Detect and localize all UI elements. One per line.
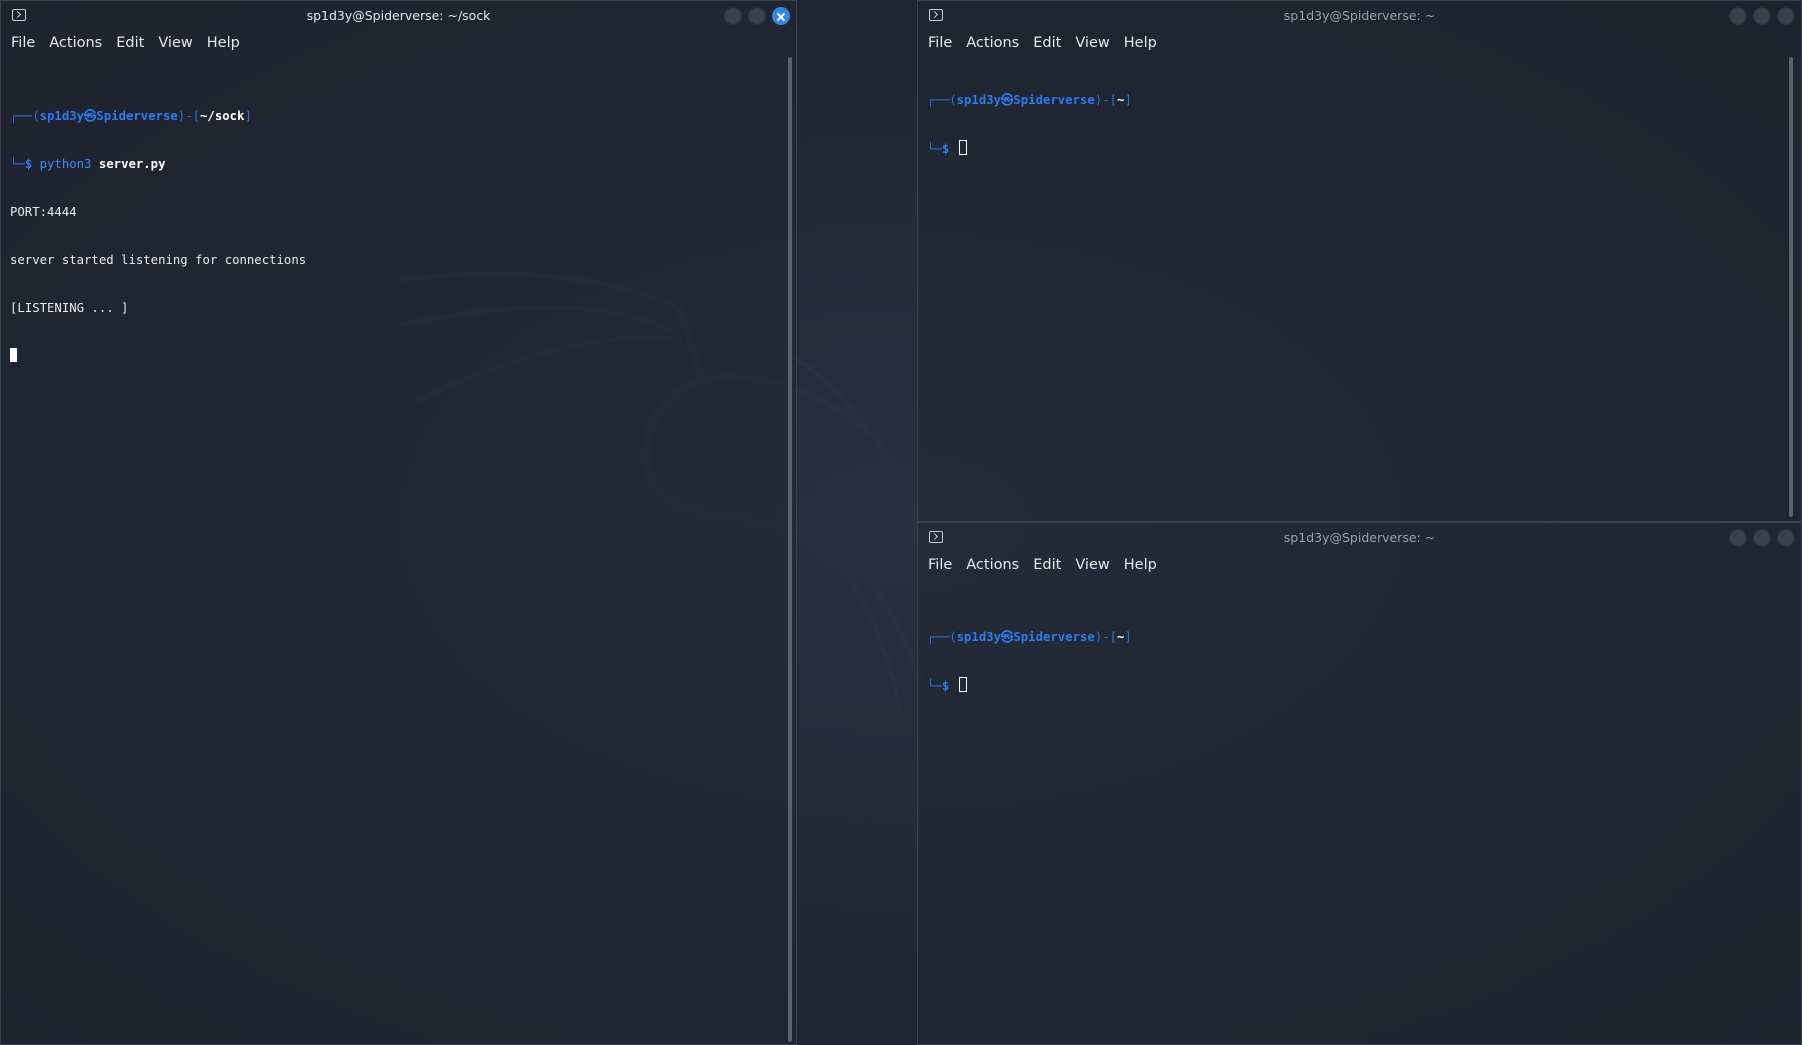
- terminal-output[interactable]: ┌──(sp1d3y㉿Spiderverse)-[~/sock] └─$ pyt…: [10, 76, 784, 396]
- text-cursor: [958, 677, 967, 692]
- minimize-button[interactable]: [1729, 529, 1747, 547]
- close-button[interactable]: [772, 7, 790, 25]
- prompt-cwd: ~/sock: [200, 109, 245, 123]
- menu-view[interactable]: View: [1069, 31, 1115, 55]
- menu-help[interactable]: Help: [201, 31, 246, 55]
- terminal-output[interactable]: ┌──(sp1d3y㉿Spiderverse)-[~] └─$: [927, 597, 1789, 725]
- prompt-line: ┌──(sp1d3y㉿Spiderverse)-[~]: [927, 630, 1132, 644]
- terminal-window-bottom-right[interactable]: sp1d3y@Spiderverse: ~ File Actions Edit …: [917, 522, 1802, 1045]
- desktop: sp1d3y@Spiderverse: ~/sock File Actions …: [0, 0, 1802, 1045]
- output-line: [LISTENING ... ]: [10, 301, 129, 315]
- command-argument: server.py: [98, 157, 166, 171]
- prompt-line: ┌──(sp1d3y㉿Spiderverse)-[~/sock]: [10, 109, 252, 123]
- scrollbar[interactable]: [1789, 57, 1793, 517]
- text-cursor: [10, 348, 17, 362]
- menu-help[interactable]: Help: [1118, 553, 1163, 577]
- cursor-line: [10, 348, 784, 364]
- menu-edit[interactable]: Edit: [110, 31, 150, 55]
- menu-edit[interactable]: Edit: [1027, 31, 1067, 55]
- title-bar[interactable]: sp1d3y@Spiderverse: ~: [918, 1, 1801, 31]
- close-button[interactable]: [1777, 529, 1795, 547]
- menu-bar: File Actions Edit View Help: [5, 31, 248, 55]
- prompt-user: sp1d3y: [39, 109, 85, 123]
- menu-bar: File Actions Edit View Help: [922, 553, 1165, 577]
- prompt-host: Spiderverse: [1013, 630, 1095, 644]
- command-line: └─$: [927, 140, 1789, 156]
- minimize-button[interactable]: [724, 7, 742, 25]
- window-title: sp1d3y@Spiderverse: ~/sock: [306, 8, 491, 23]
- command-line: └─$: [927, 677, 1789, 693]
- prompt-host: Spiderverse: [1013, 93, 1095, 107]
- window-title: sp1d3y@Spiderverse: ~: [1283, 8, 1436, 23]
- title-bar[interactable]: sp1d3y@Spiderverse: ~/sock: [1, 1, 796, 31]
- terminal-window-top-right[interactable]: sp1d3y@Spiderverse: ~ File Actions Edit …: [917, 0, 1802, 522]
- menu-actions[interactable]: Actions: [960, 31, 1025, 55]
- window-title: sp1d3y@Spiderverse: ~: [1283, 530, 1436, 545]
- menu-help[interactable]: Help: [1118, 31, 1163, 55]
- menu-file[interactable]: File: [922, 31, 958, 55]
- command-line: └─$ python3 server.py: [10, 157, 166, 171]
- terminal-window-server[interactable]: sp1d3y@Spiderverse: ~/sock File Actions …: [0, 0, 797, 1045]
- menu-file[interactable]: File: [5, 31, 41, 55]
- maximize-button[interactable]: [748, 7, 766, 25]
- menu-view[interactable]: View: [152, 31, 198, 55]
- text-cursor: [958, 140, 967, 155]
- prompt-at: ㉿: [1001, 93, 1014, 107]
- menu-edit[interactable]: Edit: [1027, 553, 1067, 577]
- terminal-output[interactable]: ┌──(sp1d3y㉿Spiderverse)-[~] └─$: [927, 60, 1789, 188]
- menu-view[interactable]: View: [1069, 553, 1115, 577]
- menu-actions[interactable]: Actions: [43, 31, 108, 55]
- prompt-at: ㉿: [84, 109, 97, 123]
- output-line: PORT:4444: [10, 205, 77, 219]
- menu-actions[interactable]: Actions: [960, 553, 1025, 577]
- maximize-button[interactable]: [1753, 7, 1771, 25]
- prompt-line: ┌──(sp1d3y㉿Spiderverse)-[~]: [927, 93, 1132, 107]
- close-button[interactable]: [1777, 7, 1795, 25]
- output-line: server started listening for connections: [10, 253, 307, 267]
- menu-bar: File Actions Edit View Help: [922, 31, 1165, 55]
- command: python3: [39, 157, 92, 171]
- minimize-button[interactable]: [1729, 7, 1747, 25]
- prompt-at: ㉿: [1001, 630, 1014, 644]
- prompt-host: Spiderverse: [96, 109, 178, 123]
- menu-file[interactable]: File: [922, 553, 958, 577]
- title-bar[interactable]: sp1d3y@Spiderverse: ~: [918, 523, 1801, 553]
- prompt-user: sp1d3y: [956, 93, 1002, 107]
- maximize-button[interactable]: [1753, 529, 1771, 547]
- scrollbar[interactable]: [788, 57, 792, 1042]
- prompt-user: sp1d3y: [956, 630, 1002, 644]
